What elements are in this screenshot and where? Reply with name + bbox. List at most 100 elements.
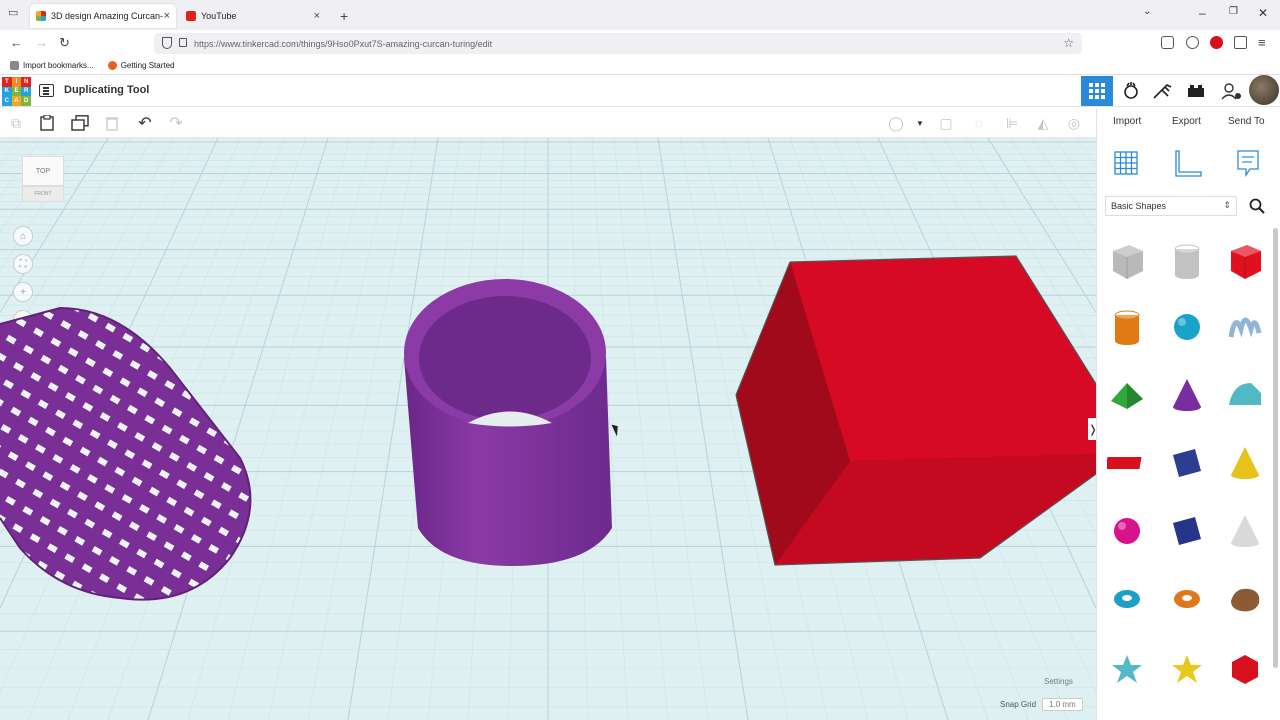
design-title[interactable]: Duplicating Tool (64, 84, 149, 96)
shapes-panel: Import Export Send To Basic Shapes ⇕ (1096, 108, 1280, 720)
search-icon[interactable] (1245, 194, 1269, 218)
menu-icon[interactable]: ≡ (1258, 35, 1266, 50)
adblock-icon[interactable] (1210, 36, 1223, 49)
user-plus-icon (1221, 83, 1241, 100)
panel-scrollbar[interactable] (1273, 228, 1278, 668)
shape-icosahedron[interactable] (1219, 640, 1271, 698)
shape-sphere[interactable] (1161, 298, 1213, 356)
forward-icon[interactable]: → (35, 35, 48, 50)
snap-grid-value[interactable]: 1.0 mm (1042, 698, 1083, 711)
edit-toolbar: ⧉ ↶ ↷ ◯ ▼ ▢ ◌ ⊫ ◭ ◎ (0, 108, 1096, 138)
shape-tube[interactable] (1161, 570, 1213, 628)
shape-scribble[interactable] (1219, 298, 1271, 356)
tab-list-icon[interactable]: ▭ (8, 6, 18, 19)
shape-box-hole[interactable] (1101, 232, 1153, 290)
avatar[interactable] (1249, 75, 1279, 105)
delete-icon[interactable] (102, 113, 122, 133)
logo-letter: D (21, 96, 31, 106)
maximize-icon[interactable]: ❐ (1229, 6, 1238, 17)
redo-icon[interactable]: ↷ (166, 113, 186, 133)
pocket-icon[interactable] (1161, 36, 1174, 49)
bricks-view-button[interactable] (1180, 76, 1212, 106)
logo-letter: I (11, 77, 22, 87)
address-bar[interactable]: https://www.tinkercad.com/things/9Hso0Px… (154, 33, 1082, 54)
close-tab-icon[interactable]: × (314, 10, 320, 22)
ruler-icon[interactable] (1173, 148, 1203, 178)
codeblocks-icon (1124, 82, 1138, 99)
mirror-icon[interactable]: ◭ (1033, 113, 1053, 133)
chevron-down-icon[interactable]: ▼ (910, 113, 930, 133)
import-button[interactable]: Import (1113, 116, 1141, 127)
shape-wedge[interactable] (1161, 434, 1213, 492)
settings-link[interactable]: Settings (1044, 677, 1073, 686)
browser-tab-youtube[interactable]: YouTube × (180, 4, 326, 28)
design-list-icon[interactable] (39, 84, 54, 97)
shape-cylinder-hole[interactable] (1161, 232, 1213, 290)
box-shape[interactable] (735, 255, 1096, 566)
tab-overflow-icon[interactable]: ⌄ (1143, 6, 1151, 17)
lattice-shape[interactable] (0, 306, 252, 601)
shape-cone[interactable] (1161, 366, 1213, 424)
duplicate-icon[interactable] (70, 113, 90, 133)
minimize-icon[interactable]: – (1199, 6, 1206, 20)
note-icon[interactable]: ▢ (936, 113, 956, 133)
snap-grid-control[interactable]: Snap Grid 1.0 mm (1000, 698, 1083, 711)
logo-letter: E (11, 86, 22, 97)
back-icon[interactable]: ← (10, 35, 23, 50)
bookmark-label: Getting Started (120, 60, 175, 70)
blocks-view-button[interactable] (1115, 76, 1147, 106)
align-icon[interactable]: ⊫ (1002, 113, 1022, 133)
shape-round-roof[interactable] (1219, 366, 1271, 424)
new-tab-button[interactable]: + (334, 4, 354, 28)
group-icon[interactable]: ◎ (1064, 113, 1084, 133)
close-tab-icon[interactable]: × (164, 10, 170, 22)
account-icon[interactable] (1186, 36, 1199, 49)
workplane-viewport[interactable]: TOP FRONT ⌂ ⛶ + − ◉ (0, 138, 1096, 720)
extensions-icon[interactable] (1234, 36, 1247, 49)
shape-box[interactable] (1219, 232, 1271, 290)
url-text: https://www.tinkercad.com/things/9Hso0Px… (194, 38, 493, 49)
shape-torus[interactable] (1101, 570, 1153, 628)
export-button[interactable]: Export (1172, 116, 1201, 127)
notes-icon[interactable] (1233, 148, 1263, 178)
logo-letter: N (21, 77, 31, 87)
app-header: T I N K E R C A D Duplicating Tool (0, 75, 1280, 107)
send-to-button[interactable]: Send To (1228, 116, 1265, 127)
close-window-icon[interactable]: ✕ (1258, 6, 1268, 20)
add-user-button[interactable] (1215, 76, 1247, 106)
logo-letter: R (21, 86, 31, 97)
shape-text[interactable] (1101, 434, 1153, 492)
3d-design-view-button[interactable] (1081, 76, 1113, 106)
copy-icon[interactable]: ⧉ (6, 113, 26, 133)
logo-letter: A (11, 96, 22, 106)
brick-icon (1188, 85, 1204, 97)
shape-cylinder[interactable] (1101, 298, 1153, 356)
shape-star-sea[interactable] (1101, 640, 1153, 698)
collapse-panel-button[interactable]: ❭ (1088, 418, 1096, 440)
shape-paraboloid[interactable] (1219, 502, 1271, 560)
shape-roof[interactable] (1101, 366, 1153, 424)
undo-icon[interactable]: ↶ (135, 113, 155, 133)
shape-shape-generator[interactable] (1219, 570, 1271, 628)
tab-title: 3D design Amazing Curcan-Tur (51, 11, 163, 21)
shape-half-sphere[interactable] (1101, 502, 1153, 560)
workplane-icon[interactable] (1111, 148, 1141, 178)
tube-shape[interactable] (404, 279, 612, 566)
reload-icon[interactable]: ↻ (59, 35, 70, 51)
select-arrows-icon: ⇕ (1223, 200, 1231, 210)
visibility-icon[interactable]: ◌ (969, 113, 989, 133)
bookmark-getting-started[interactable]: Getting Started (107, 60, 175, 70)
bookmark-star-icon[interactable]: ☆ (1063, 36, 1074, 50)
bookmark-import[interactable]: Import bookmarks... (10, 60, 94, 70)
shape-polygon[interactable] (1161, 502, 1213, 560)
light-bulb-icon[interactable]: ◯ (886, 113, 906, 133)
shape-category-select[interactable]: Basic Shapes ⇕ (1105, 196, 1237, 216)
simulation-button[interactable] (1147, 76, 1179, 106)
shape-pyramid[interactable] (1219, 434, 1271, 492)
browser-tab-tinkercad[interactable]: 3D design Amazing Curcan-Tur × (30, 4, 176, 28)
shape-star[interactable] (1161, 640, 1213, 698)
grid-view-icon (1089, 83, 1105, 99)
scene-objects (0, 255, 1096, 601)
tinkercad-logo[interactable]: T I N K E R C A D (2, 77, 31, 106)
paste-icon[interactable] (37, 113, 57, 133)
